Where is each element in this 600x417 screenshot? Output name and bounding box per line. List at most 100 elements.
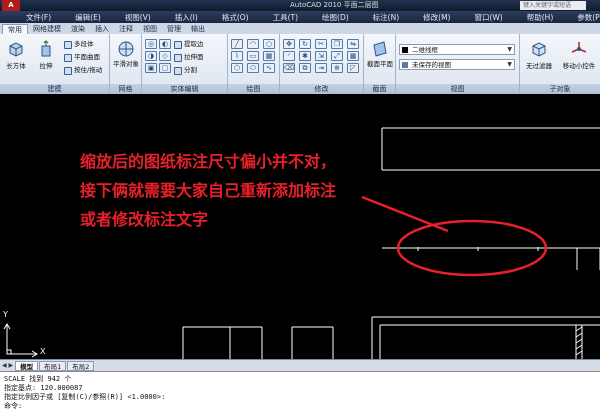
menu-format[interactable]: 格式(O)	[222, 12, 249, 23]
imprint-icon[interactable]: ▣	[145, 63, 157, 73]
rectangle-icon[interactable]: ▭	[247, 51, 259, 61]
command-prompt[interactable]: 命令:	[4, 402, 596, 411]
menu-window[interactable]: 窗口(W)	[474, 12, 502, 23]
column-lines	[576, 248, 600, 270]
explode-icon[interactable]: ✱	[299, 51, 311, 61]
extract-edges-button[interactable]: 提取边	[174, 39, 204, 50]
line-icon[interactable]: ╱	[231, 39, 243, 49]
menu-view[interactable]: 视图(V)	[125, 12, 151, 23]
tab-manage[interactable]: 管理	[162, 24, 186, 34]
fillet-icon[interactable]: ◜	[283, 51, 295, 61]
panel-section: 截面平面 截面	[364, 34, 396, 94]
tab-annotate[interactable]: 注释	[114, 24, 138, 34]
presspull-button[interactable]: 按住/拖动	[64, 65, 102, 76]
union-icon[interactable]: ◎	[145, 39, 157, 49]
copy-icon[interactable]: ❐	[331, 39, 343, 49]
tab-home[interactable]: 常用	[2, 24, 28, 34]
menu-dimension[interactable]: 标注(N)	[373, 12, 399, 23]
menu-file[interactable]: 文件(F)	[26, 12, 51, 23]
autocad-window: A AutoCAD 2010 平面二层图 键入关键字或短语 文件(F) 编辑(E…	[0, 0, 600, 417]
stretch-icon[interactable]: ⇲	[315, 51, 327, 61]
intersect-icon[interactable]: ◑	[145, 51, 157, 61]
panel-title-subobject[interactable]: 子对象	[520, 84, 600, 94]
tab-mesh-modeling[interactable]: 网格建模	[28, 24, 66, 34]
move-gizmo-label: 移动小控件	[562, 62, 596, 70]
section-plane-button[interactable]: 截面平面	[366, 40, 394, 68]
panel-title-solid-edit[interactable]: 实体编辑	[142, 84, 227, 94]
menu-insert[interactable]: 插入(I)	[175, 12, 198, 23]
no-filter-button[interactable]: 无过滤器	[522, 40, 556, 70]
filter-cube-icon	[532, 42, 546, 57]
named-view-dropdown[interactable]: 未保存的视图 ▼	[399, 59, 515, 70]
menu-draw[interactable]: 绘图(D)	[322, 12, 349, 23]
menu-edit[interactable]: 编辑(E)	[75, 12, 101, 23]
command-window[interactable]: SCALE 找到 942 个 指定基点: 120.000087 指定比例因子或 …	[0, 371, 600, 417]
panel-title-view[interactable]: 视图	[396, 84, 519, 94]
polygon-icon[interactable]: ⬡	[231, 63, 243, 73]
layout-tab-model[interactable]: 模型	[15, 360, 39, 371]
layout-tab-layout1[interactable]: 布局1	[39, 360, 67, 371]
polyline-icon[interactable]: ⌇	[231, 51, 243, 61]
spline-icon[interactable]: ∿	[263, 63, 275, 73]
layout-nav-arrows-icon[interactable]: ◀ ▶	[2, 362, 13, 369]
join-icon[interactable]: ⊕	[331, 63, 343, 73]
panel-title-modeling[interactable]: 建模	[0, 84, 109, 94]
extrude-faces-label: 拉伸面	[184, 53, 204, 61]
planar-surface-button[interactable]: 平面曲面	[64, 52, 100, 63]
hatch-icon[interactable]: ▦	[263, 51, 275, 61]
rotate-icon[interactable]: ↻	[299, 39, 311, 49]
panel-title-modify[interactable]: 修改	[280, 84, 363, 94]
subtract-icon[interactable]: ◐	[159, 39, 171, 49]
box-button[interactable]: 长方体	[2, 40, 30, 70]
menu-help[interactable]: 帮助(H)	[527, 12, 554, 23]
presspull-label: 按住/拖动	[74, 66, 103, 74]
tab-output[interactable]: 输出	[186, 24, 210, 34]
extract-edges-icon	[174, 40, 182, 49]
menu-parameters[interactable]: 参数(P)	[577, 12, 600, 23]
no-filter-label: 无过滤器	[526, 62, 552, 70]
panel-title-mesh[interactable]: 网格	[110, 84, 141, 94]
extrude-button[interactable]: 拉伸	[32, 40, 60, 70]
move-gizmo-button[interactable]: 移动小控件	[560, 40, 598, 70]
smooth-object-label: 平滑对象	[113, 60, 139, 68]
tab-insert[interactable]: 插入	[90, 24, 114, 34]
extrude-label: 拉伸	[39, 62, 53, 70]
smooth-object-button[interactable]: 平滑对象	[112, 40, 140, 68]
menu-tools[interactable]: 工具(T)	[273, 12, 298, 23]
align-icon[interactable]: ⇥	[315, 63, 327, 73]
named-view-value: 未保存的视图	[412, 61, 451, 69]
tab-view[interactable]: 视图	[138, 24, 162, 34]
separate-button[interactable]: 分割	[174, 65, 197, 76]
drawing-canvas[interactable]: 缩放后的图纸标注尺寸偏小并不对， 接下俩就需要大家自己重新添加标注 或者修改标注…	[0, 95, 600, 359]
arc-icon[interactable]: ◠	[247, 39, 259, 49]
shell-icon[interactable]: ▢	[159, 63, 171, 73]
extract-edges-label: 提取边	[184, 40, 204, 48]
scale-icon[interactable]: ⤢	[331, 51, 343, 61]
menu-modify[interactable]: 修改(M)	[423, 12, 450, 23]
panel-view: 二维线框 ▼ 未保存的视图 ▼ 视图	[396, 34, 520, 94]
visual-style-swatch-icon	[402, 47, 408, 53]
annotation-arrow	[361, 195, 449, 233]
draw-tools: ╱ ◠ ○ ⌇ ▭ ▦ ⬡ ⬭ ∿	[231, 39, 277, 73]
command-history-line: SCALE 找到 942 个	[4, 375, 72, 383]
ellipse-icon[interactable]: ⬭	[247, 63, 259, 73]
circle-icon[interactable]: ○	[263, 39, 275, 49]
trim-icon[interactable]: ✂	[315, 39, 327, 49]
slice-icon[interactable]: ◇	[159, 51, 171, 61]
polysolid-button[interactable]: 多段体	[64, 39, 94, 50]
visual-style-dropdown[interactable]: 二维线框 ▼	[399, 44, 515, 55]
chamfer-icon[interactable]: ◸	[347, 63, 359, 73]
extrude-faces-button[interactable]: 拉伸面	[174, 52, 204, 63]
panel-title-section[interactable]: 截面	[364, 84, 395, 94]
window-title: AutoCAD 2010 平面二层图	[290, 1, 379, 9]
erase-icon[interactable]: ⌫	[283, 63, 295, 73]
panel-title-draw[interactable]: 绘图	[228, 84, 279, 94]
array-icon[interactable]: ▦	[347, 51, 359, 61]
help-search-input[interactable]: 键入关键字或短语	[520, 1, 586, 10]
tab-render[interactable]: 渲染	[66, 24, 90, 34]
move-icon[interactable]: ✥	[283, 39, 295, 49]
mirror-icon[interactable]: ⇋	[347, 39, 359, 49]
offset-icon[interactable]: ⧉	[299, 63, 311, 73]
layout-tab-layout2[interactable]: 布局2	[67, 360, 95, 371]
autocad-logo-icon[interactable]: A	[2, 0, 20, 11]
